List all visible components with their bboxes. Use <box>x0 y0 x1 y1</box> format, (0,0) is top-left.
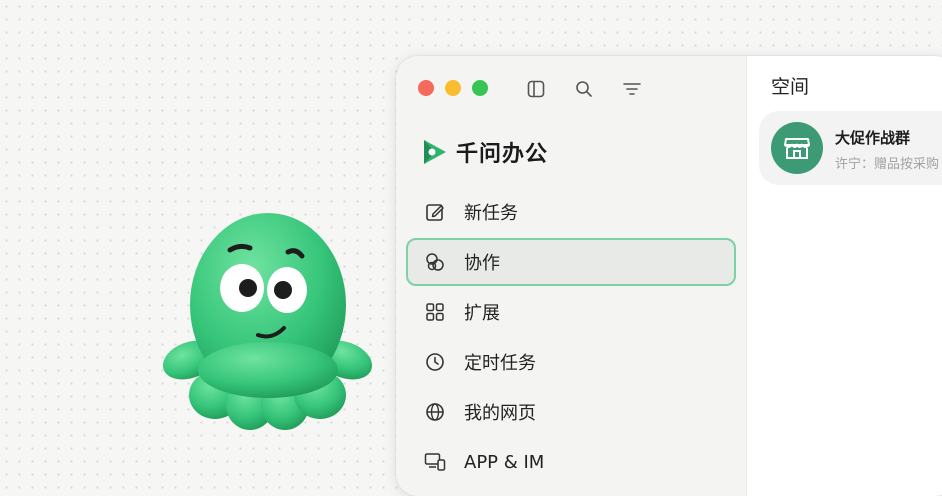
brand-name: 千问办公 <box>456 142 549 167</box>
brand: 千问办公 <box>420 136 548 168</box>
menu-item-extensions[interactable]: 扩展 <box>406 288 736 336</box>
search-icon[interactable] <box>573 78 595 100</box>
octopus-mascot <box>162 213 373 430</box>
menu-item-label: 我的网页 <box>464 403 536 424</box>
menu-item-scheduled-tasks[interactable]: 定时任务 <box>406 338 736 386</box>
store-icon <box>771 122 823 174</box>
clock-icon <box>424 351 446 373</box>
panel-title: 空间 <box>771 76 810 98</box>
sidebar-menu: 新任务 协作 扩展 定时任务 我的网页 APP & IM <box>406 188 736 488</box>
menu-item-label: 新任务 <box>464 203 518 224</box>
space-card-title: 大促作战群 <box>835 129 911 147</box>
menu-item-label: 协作 <box>464 253 500 274</box>
brand-logo-icon <box>424 140 446 164</box>
menu-item-label: 定时任务 <box>464 353 536 374</box>
close-window-button[interactable] <box>418 80 434 96</box>
sidebar: 千问办公 新任务 协作 扩展 定时任务 我的网页 APP & IM <box>396 56 746 496</box>
globe-icon <box>424 401 446 423</box>
sidebar-toggle-icon[interactable] <box>525 78 547 100</box>
menu-item-collaboration[interactable]: 协作 <box>406 238 736 286</box>
menu-item-app-im[interactable]: APP & IM <box>406 438 736 486</box>
menu-item-label: 扩展 <box>464 303 500 324</box>
edit-icon <box>424 201 446 223</box>
space-panel: 空间 大促作战群 许宁：赠品按采购 <box>746 56 942 496</box>
space-card[interactable]: 大促作战群 许宁：赠品按采购 <box>759 111 942 185</box>
maximize-window-button[interactable] <box>472 80 488 96</box>
menu-item-my-webpages[interactable]: 我的网页 <box>406 388 736 436</box>
menu-item-label: APP & IM <box>464 451 545 473</box>
menu-item-new-task[interactable]: 新任务 <box>406 188 736 236</box>
collaboration-icon <box>424 251 446 273</box>
grid-icon <box>424 301 446 323</box>
app-window: 千问办公 新任务 协作 扩展 定时任务 我的网页 APP & IM 空间 大促作… <box>396 56 942 496</box>
window-controls <box>418 80 488 96</box>
devices-icon <box>424 451 446 473</box>
minimize-window-button[interactable] <box>445 80 461 96</box>
filter-icon[interactable] <box>621 78 643 100</box>
space-card-subtitle: 许宁：赠品按采购 <box>835 157 940 172</box>
